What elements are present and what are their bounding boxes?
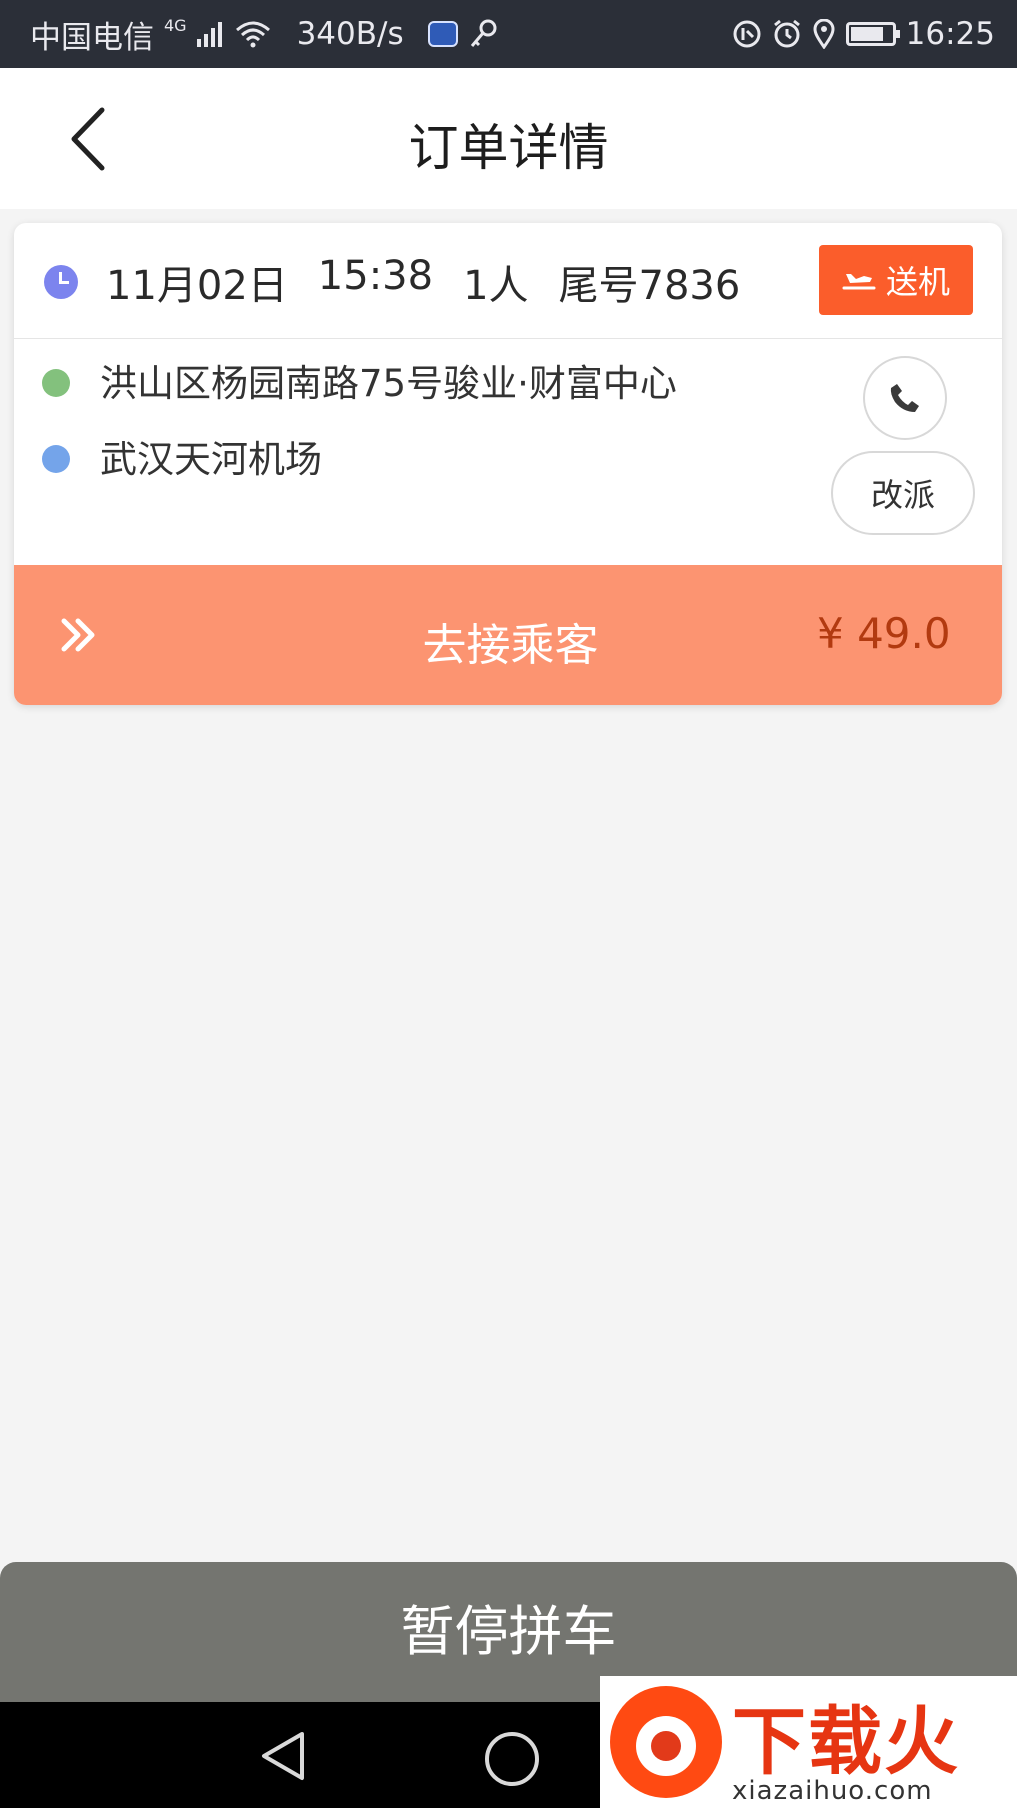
watermark-url: xiazaihuo.com <box>732 1776 933 1806</box>
battery-level <box>850 27 883 41</box>
end-point-dot <box>42 445 70 473</box>
alarm-icon <box>773 19 800 48</box>
data-saver-icon <box>733 20 761 48</box>
end-address: 武汉天河机场 <box>100 438 322 481</box>
network-type-label: 4G <box>164 16 187 35</box>
order-info: 11月02日 15:38 1人 尾号7836 <box>106 253 740 311</box>
wifi-icon <box>235 21 270 48</box>
start-address: 洪山区杨园南路75号骏业·财富中心 <box>100 362 677 405</box>
key-icon <box>470 19 497 47</box>
order-type-badge: 送机 <box>819 245 973 315</box>
order-header: 11月02日 15:38 1人 尾号7836 送机 <box>14 223 1002 339</box>
passenger-count: 1人 <box>463 263 529 309</box>
carrier-label: 中国电信 <box>30 19 154 56</box>
clock-time: 16:25 <box>905 16 995 52</box>
start-point-dot <box>42 369 70 397</box>
title-bar: 订单详情 <box>0 68 1017 209</box>
status-bar-left: 中国电信 4G 340B/s <box>30 0 498 68</box>
airplane-icon <box>842 274 876 290</box>
nav-home-icon[interactable] <box>485 1732 539 1786</box>
battery-icon <box>845 22 900 46</box>
app-badge-icon <box>427 21 458 47</box>
call-button[interactable] <box>863 356 947 440</box>
order-type-label: 送机 <box>885 263 950 301</box>
pickup-passenger-bar[interactable]: 去接乘客 ¥ 49.0 <box>14 565 1002 705</box>
status-bar-right: 16:25 <box>732 0 995 68</box>
page-title: 订单详情 <box>408 119 609 177</box>
signal-icon <box>196 22 222 47</box>
net-speed-label: 340B/s <box>296 16 404 52</box>
order-time: 15:38 <box>317 253 434 299</box>
clock-icon <box>44 265 78 299</box>
reassign-button[interactable]: 改派 <box>831 451 975 535</box>
watermark-title: 下载火 <box>732 1699 960 1785</box>
order-card: 11月02日 15:38 1人 尾号7836 送机 洪山区杨园南路75号骏业·财… <box>14 223 1002 705</box>
location-icon <box>813 19 835 49</box>
status-bar: 中国电信 4G 340B/s 16:25 <box>0 0 1017 68</box>
order-date: 11月02日 <box>106 263 288 309</box>
tail-number: 尾号7836 <box>558 263 741 309</box>
order-price: ¥ 49.0 <box>817 609 951 658</box>
watermark-logo-icon <box>610 1686 722 1798</box>
nav-back-icon[interactable] <box>258 1730 308 1782</box>
watermark: 下载火 xiazaihuo.com <box>600 1676 1017 1808</box>
phone-icon <box>890 384 919 412</box>
